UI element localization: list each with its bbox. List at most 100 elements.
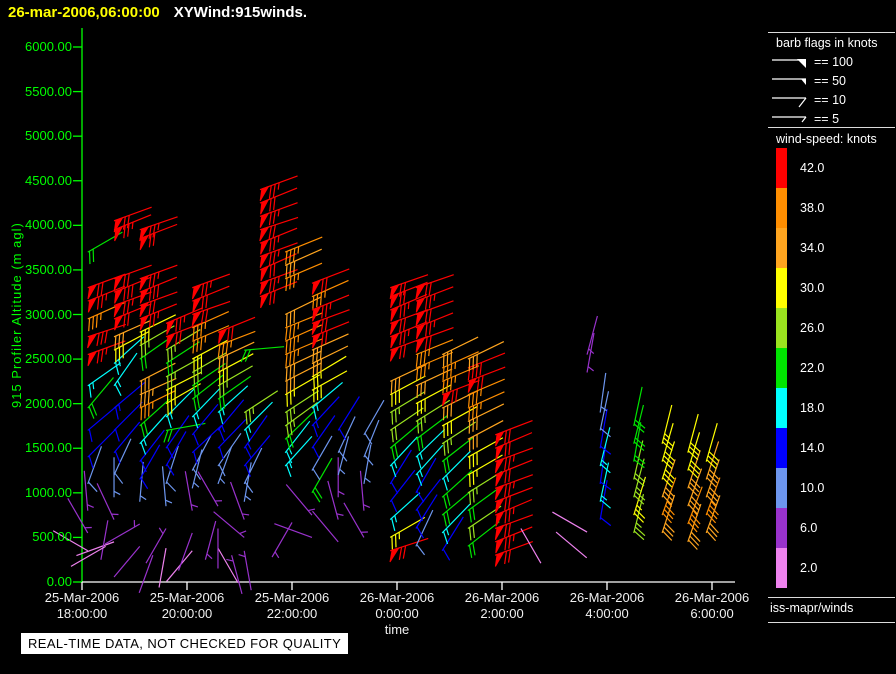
- colorbar-label: 38.0: [800, 201, 824, 215]
- y-tick-label: 6000.00: [0, 39, 72, 54]
- x-tick-label: 26-Mar-20060:00:00: [337, 590, 457, 622]
- panel-divider: [768, 622, 895, 623]
- wind-barb: [192, 375, 224, 411]
- wind-barb: [114, 439, 131, 484]
- colorbar-label: 6.0: [800, 521, 817, 535]
- wind-barb: [312, 269, 349, 295]
- y-tick-label: 3000.00: [0, 307, 72, 322]
- colorbar-label: 26.0: [800, 321, 824, 335]
- y-tick-label: 3500.00: [0, 262, 72, 277]
- wind-barb: [390, 493, 420, 531]
- x-tick-label: 26-Mar-20062:00:00: [442, 590, 562, 622]
- barb-flag-glyph-5: [770, 110, 810, 128]
- wind-barb: [468, 522, 500, 558]
- wind-barb-plot: [0, 0, 896, 674]
- x-tick-label: 26-Mar-20064:00:00: [547, 590, 667, 622]
- colorbar-label: 14.0: [800, 441, 824, 455]
- wind-barb: [105, 520, 140, 544]
- wind-barb: [552, 512, 587, 532]
- wind-barb: [114, 382, 145, 419]
- app-window: 26-mar-2006,06:00:00XYWind:915winds. 915…: [0, 0, 896, 674]
- wind-barb: [495, 475, 533, 500]
- barb-flag-label: == 5: [814, 112, 839, 126]
- barb-flag-glyph-100: [770, 53, 810, 71]
- x-tick-time: 22:00:00: [232, 606, 352, 622]
- x-tick-time: 0:00:00: [337, 606, 457, 622]
- panel-divider: [768, 32, 895, 33]
- wind-barb: [226, 555, 242, 594]
- x-axis-title: time: [357, 622, 437, 637]
- colorbar-swatch: [776, 348, 787, 388]
- wind-barb: [286, 484, 315, 515]
- wind-barb: [312, 310, 350, 335]
- wind-barb: [521, 529, 541, 564]
- wind-barb: [97, 483, 118, 519]
- wind-barb: [328, 481, 344, 520]
- wind-barb: [600, 480, 611, 525]
- x-tick-date: 26-Mar-2006: [652, 590, 772, 606]
- wind-barb: [260, 270, 298, 295]
- x-tick-date: 25-Mar-2006: [232, 590, 352, 606]
- x-tick-time: 18:00:00: [22, 606, 142, 622]
- panel-footer: iss-mapr/winds: [770, 601, 853, 615]
- wind-barb: [166, 389, 194, 428]
- y-tick-label: 4500.00: [0, 173, 72, 188]
- colorbar-label: 18.0: [800, 401, 824, 415]
- wind-barb: [338, 396, 359, 439]
- wind-barb: [416, 510, 433, 555]
- wind-barb: [364, 445, 371, 484]
- wind-barb: [239, 551, 252, 590]
- wind-barb: [140, 363, 176, 393]
- x-tick-date: 26-Mar-2006: [442, 590, 562, 606]
- wind-barb: [88, 405, 119, 442]
- barb-flag-label: == 10: [814, 93, 846, 107]
- wind-barb: [179, 533, 193, 571]
- y-tick-label: 500.00: [0, 529, 72, 544]
- wind-barb: [68, 498, 92, 533]
- wind-barb: [416, 429, 445, 468]
- x-tick-time: 2:00:00: [442, 606, 562, 622]
- colorbar-label: 22.0: [800, 361, 824, 375]
- wind-barb: [495, 421, 532, 447]
- wind-barb: [101, 520, 108, 559]
- colorbar-swatch: [776, 548, 787, 588]
- x-tick-date: 25-Mar-2006: [22, 590, 142, 606]
- barb-flag-label: == 100: [814, 55, 853, 69]
- colorbar-swatch: [776, 188, 787, 228]
- wind-barb: [241, 347, 284, 362]
- wind-barb: [192, 388, 220, 428]
- wind-barb: [468, 342, 504, 372]
- x-tick-date: 25-Mar-2006: [127, 590, 247, 606]
- y-tick-label: 1000.00: [0, 485, 72, 500]
- barb-flag-legend-row: == 10: [770, 91, 846, 109]
- wind-barb: [416, 495, 437, 538]
- barb-flag-legend-row: == 5: [770, 110, 839, 128]
- wind-barb: [634, 387, 645, 433]
- wind-barb: [139, 555, 153, 593]
- x-tick-date: 26-Mar-2006: [547, 590, 667, 606]
- y-tick-label: 2500.00: [0, 351, 72, 366]
- wind-barb: [218, 317, 255, 343]
- wind-barb: [244, 402, 272, 441]
- wind-barb: [312, 436, 332, 480]
- wind-barb: [218, 386, 248, 424]
- x-tick-time: 20:00:00: [127, 606, 247, 622]
- wind-barb: [390, 423, 421, 460]
- wind-barb: [192, 425, 221, 463]
- wind-barb: [285, 412, 314, 451]
- wind-barb: [88, 446, 102, 491]
- colorbar-swatch: [776, 268, 787, 308]
- colorbar-swatch: [776, 428, 787, 468]
- wind-barb: [114, 422, 140, 463]
- barb-flag-legend-row: == 100: [770, 53, 853, 71]
- wind-barb: [556, 532, 587, 558]
- wind-barb: [244, 435, 270, 476]
- y-tick-label: 2000.00: [0, 396, 72, 411]
- barb-flag-label: == 50: [814, 74, 846, 88]
- colorbar-swatch: [776, 388, 787, 428]
- wind-barb: [442, 437, 474, 473]
- y-tick-label: 1500.00: [0, 440, 72, 455]
- colorbar-swatch: [776, 308, 787, 348]
- color-legend-title: wind-speed: knots: [776, 132, 877, 146]
- wind-barb: [390, 470, 415, 512]
